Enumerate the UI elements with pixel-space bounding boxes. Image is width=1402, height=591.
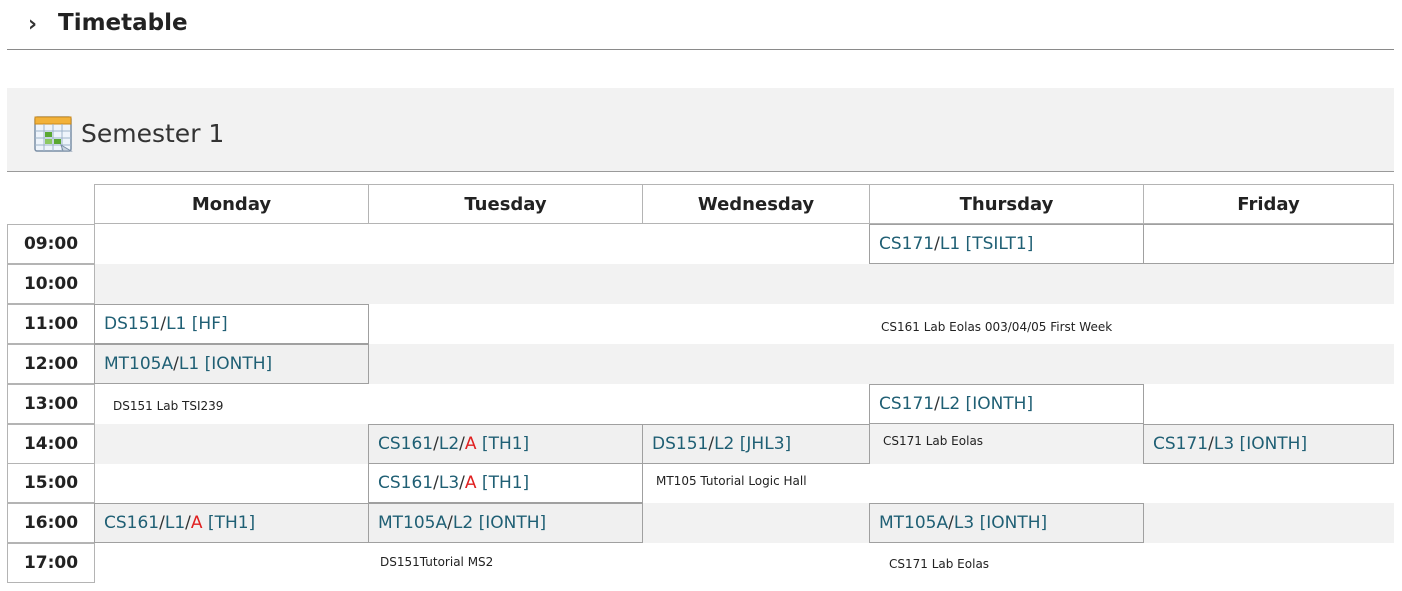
time-label: 15:00 — [7, 463, 95, 503]
group-link[interactable]: L3 — [439, 473, 459, 493]
time-label: 09:00 — [7, 224, 95, 264]
course-code-link[interactable]: CS161 — [378, 473, 433, 493]
timetable-note: DS151 Lab TSI239 — [113, 399, 224, 413]
class-entry[interactable]: CS171/L3 [IONTH] — [1143, 424, 1394, 464]
time-label: 10:00 — [7, 264, 95, 304]
day-header-monday: Monday — [94, 184, 369, 224]
group-link[interactable]: L3 — [954, 513, 974, 533]
row-band — [7, 264, 1394, 304]
course-code-link[interactable]: DS151 — [652, 434, 708, 454]
timetable-note: MT105 Tutorial Logic Hall — [656, 474, 807, 488]
course-code-link[interactable]: MT105A — [879, 513, 948, 533]
room-link[interactable]: HF — [198, 314, 221, 334]
course-code-link[interactable]: CS171 — [879, 394, 934, 414]
class-entry[interactable]: CS171/L2 [IONTH] — [869, 384, 1144, 424]
page-title: Timetable — [58, 10, 188, 36]
class-entry[interactable]: DS151/L1 [HF] — [94, 304, 369, 344]
course-code-link[interactable]: CS161 — [104, 513, 159, 533]
flag-link[interactable]: A — [191, 513, 203, 533]
room-link[interactable]: IONTH — [986, 513, 1040, 533]
course-code-link[interactable]: MT105A — [378, 513, 447, 533]
group-link[interactable]: L2 — [714, 434, 734, 454]
time-label: 12:00 — [7, 344, 95, 384]
timetable-note: CS171 Lab Eolas — [889, 557, 990, 571]
time-label: 16:00 — [7, 503, 95, 543]
group-link[interactable]: L1 — [166, 314, 186, 334]
room-link[interactable]: IONTH — [485, 513, 539, 533]
group-link[interactable]: L2 — [453, 513, 473, 533]
group-link[interactable]: L1 — [940, 234, 960, 254]
class-entry[interactable]: CS161/L2/A [TH1] — [368, 424, 643, 464]
semester-header: Semester 1 — [7, 88, 1394, 172]
group-link[interactable]: L3 — [1214, 434, 1234, 454]
group-link[interactable]: L2 — [439, 434, 459, 454]
group-link[interactable]: L2 — [940, 394, 960, 414]
flag-link[interactable]: A — [465, 434, 477, 454]
flag-link[interactable]: A — [465, 473, 477, 493]
course-code-link[interactable]: CS171 — [1153, 434, 1208, 454]
course-code-link[interactable]: DS151 — [104, 314, 160, 334]
room-link[interactable]: TH1 — [489, 434, 523, 454]
room-link[interactable]: IONTH — [972, 394, 1026, 414]
course-code-link[interactable]: MT105A — [104, 354, 173, 374]
day-header-friday: Friday — [1143, 184, 1394, 224]
class-entry[interactable]: DS151/L2 [JHL3] — [642, 424, 870, 464]
room-link[interactable]: TH1 — [489, 473, 523, 493]
day-header-thursday: Thursday — [869, 184, 1144, 224]
chevron-right-icon[interactable]: › — [28, 12, 37, 38]
room-link[interactable]: JHL3 — [746, 434, 784, 454]
timetable-note: CS161 Lab Eolas 003/04/05 First Week — [881, 320, 1113, 334]
time-label: 17:00 — [7, 543, 95, 583]
course-code-link[interactable]: CS171 — [879, 234, 934, 254]
course-code-link[interactable]: CS161 — [378, 434, 433, 454]
class-entry[interactable]: MT105A / L2 [IONTH] — [368, 503, 643, 543]
room-link[interactable]: TSILT1 — [972, 234, 1027, 254]
group-link[interactable]: L1 — [165, 513, 185, 533]
time-label: 11:00 — [7, 304, 95, 344]
time-label: 14:00 — [7, 424, 95, 464]
room-link[interactable]: IONTH — [211, 354, 265, 374]
semester-title: Semester 1 — [81, 119, 225, 148]
calendar-icon — [34, 116, 73, 152]
day-header-wednesday: Wednesday — [642, 184, 870, 224]
timetable-note: CS171 Lab Eolas — [883, 434, 984, 448]
class-entry[interactable]: MT105A / L1 [IONTH] — [94, 344, 369, 384]
class-entry[interactable]: CS161/L1/A [TH1] — [94, 503, 369, 543]
timetable-note: DS151Tutorial MS2 — [380, 555, 494, 569]
room-link[interactable]: TH1 — [215, 513, 249, 533]
room-link[interactable]: IONTH — [1246, 434, 1300, 454]
class-entry[interactable]: MT105A / L3 [IONTH] — [869, 503, 1144, 543]
class-entry[interactable]: CS161/L3/A [TH1] — [368, 463, 643, 503]
group-link[interactable]: L1 — [179, 354, 199, 374]
day-header-tuesday: Tuesday — [368, 184, 643, 224]
timetable-header[interactable]: › Timetable — [7, 0, 1394, 50]
class-entry[interactable]: CS171/L1 [TSILT1] — [869, 224, 1144, 264]
empty-slot — [1143, 224, 1394, 264]
time-label: 13:00 — [7, 384, 95, 424]
